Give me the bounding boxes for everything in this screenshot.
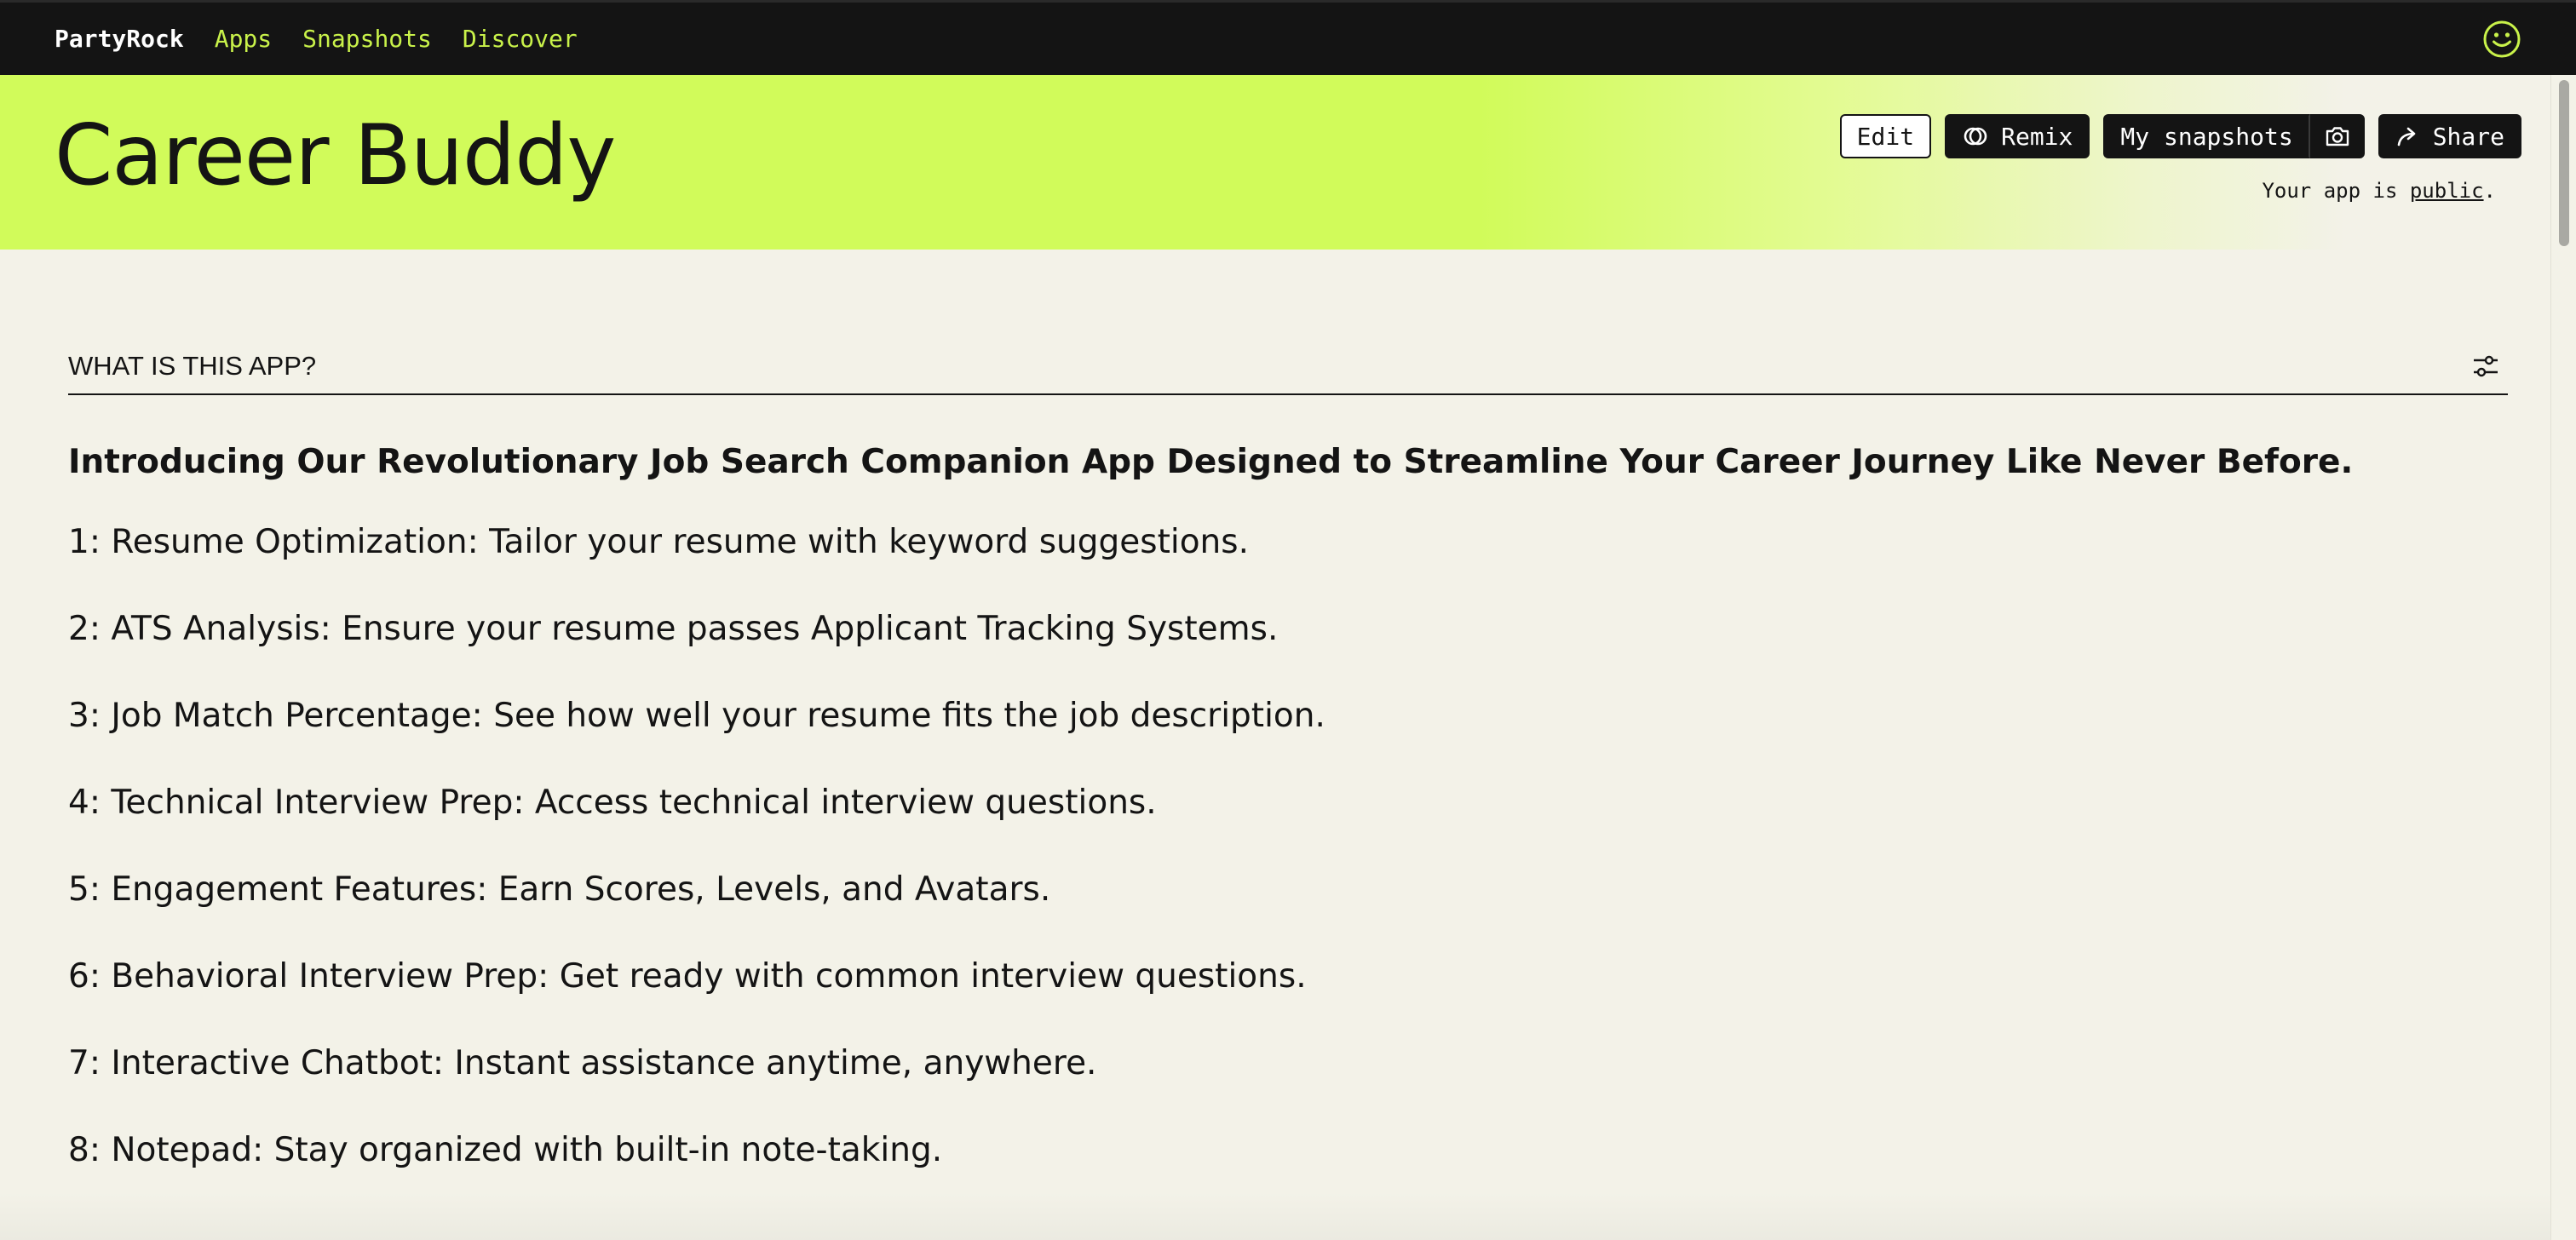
scrollbar-thumb[interactable]: [2559, 80, 2569, 246]
header-actions: Edit Remix My snapshots Share: [1839, 114, 2521, 158]
settings-sliders-icon[interactable]: [2470, 351, 2501, 382]
app-description-widget: WHAT IS THIS APP? Introducing Our Revolu…: [68, 339, 2508, 1216]
feature-item: 3: Job Match Percentage: See how well yo…: [68, 697, 1325, 735]
visibility-suffix: .: [2483, 179, 2496, 203]
nav-link-discover[interactable]: Discover: [463, 25, 578, 53]
snapshots-button-group: My snapshots: [2103, 114, 2365, 158]
share-button-label: Share: [2432, 122, 2504, 151]
visibility-status: Your app is public.: [2262, 179, 2496, 203]
my-snapshots-button[interactable]: My snapshots: [2103, 114, 2310, 158]
app-title: Career Buddy: [55, 107, 616, 204]
feature-item: 7: Interactive Chatbot: Instant assistan…: [68, 1044, 1097, 1082]
feature-item: 4: Technical Interview Prep: Access tech…: [68, 784, 1157, 822]
feature-item: 1: Resume Optimization: Tailor your resu…: [68, 523, 1249, 561]
widget-title: WHAT IS THIS APP?: [68, 351, 317, 381]
remix-button-label: Remix: [2001, 122, 2073, 151]
app-intro: Introducing Our Revolutionary Job Search…: [68, 443, 2354, 481]
camera-icon: [2324, 124, 2351, 148]
smiley-face-icon[interactable]: [2482, 20, 2521, 59]
feature-item: 6: Behavioral Interview Prep: Get ready …: [68, 957, 1307, 996]
brand-logo[interactable]: PartyRock: [55, 25, 184, 53]
visibility-prefix: Your app is: [2262, 179, 2410, 203]
top-nav: PartyRock Apps Snapshots Discover: [0, 0, 2576, 75]
widget-header: WHAT IS THIS APP?: [68, 339, 2508, 395]
remix-button[interactable]: Remix: [1945, 114, 2090, 158]
app-header: Career Buddy Edit Remix My snapshots Sha…: [0, 75, 2550, 250]
feature-item: 2: ATS Analysis: Ensure your resume pass…: [68, 610, 1279, 648]
remix-icon: [1962, 124, 1989, 148]
feature-list: 1: Resume Optimization: Tailor your resu…: [68, 521, 2508, 1216]
share-button[interactable]: Share: [2378, 114, 2521, 158]
visibility-link[interactable]: public: [2410, 179, 2484, 203]
edit-button[interactable]: Edit: [1839, 114, 1932, 158]
take-snapshot-button[interactable]: [2309, 114, 2365, 158]
my-snapshots-button-label: My snapshots: [2120, 122, 2293, 151]
nav-link-apps[interactable]: Apps: [215, 25, 272, 53]
share-arrow-icon: [2395, 124, 2421, 148]
feature-item: 8: Notepad: Stay organized with built-in…: [68, 1131, 943, 1169]
feature-item: 5: Engagement Features: Earn Scores, Lev…: [68, 870, 1051, 909]
nav-link-snapshots[interactable]: Snapshots: [302, 25, 432, 53]
page-scrollbar[interactable]: [2550, 75, 2576, 1240]
edit-button-label: Edit: [1856, 122, 1915, 151]
